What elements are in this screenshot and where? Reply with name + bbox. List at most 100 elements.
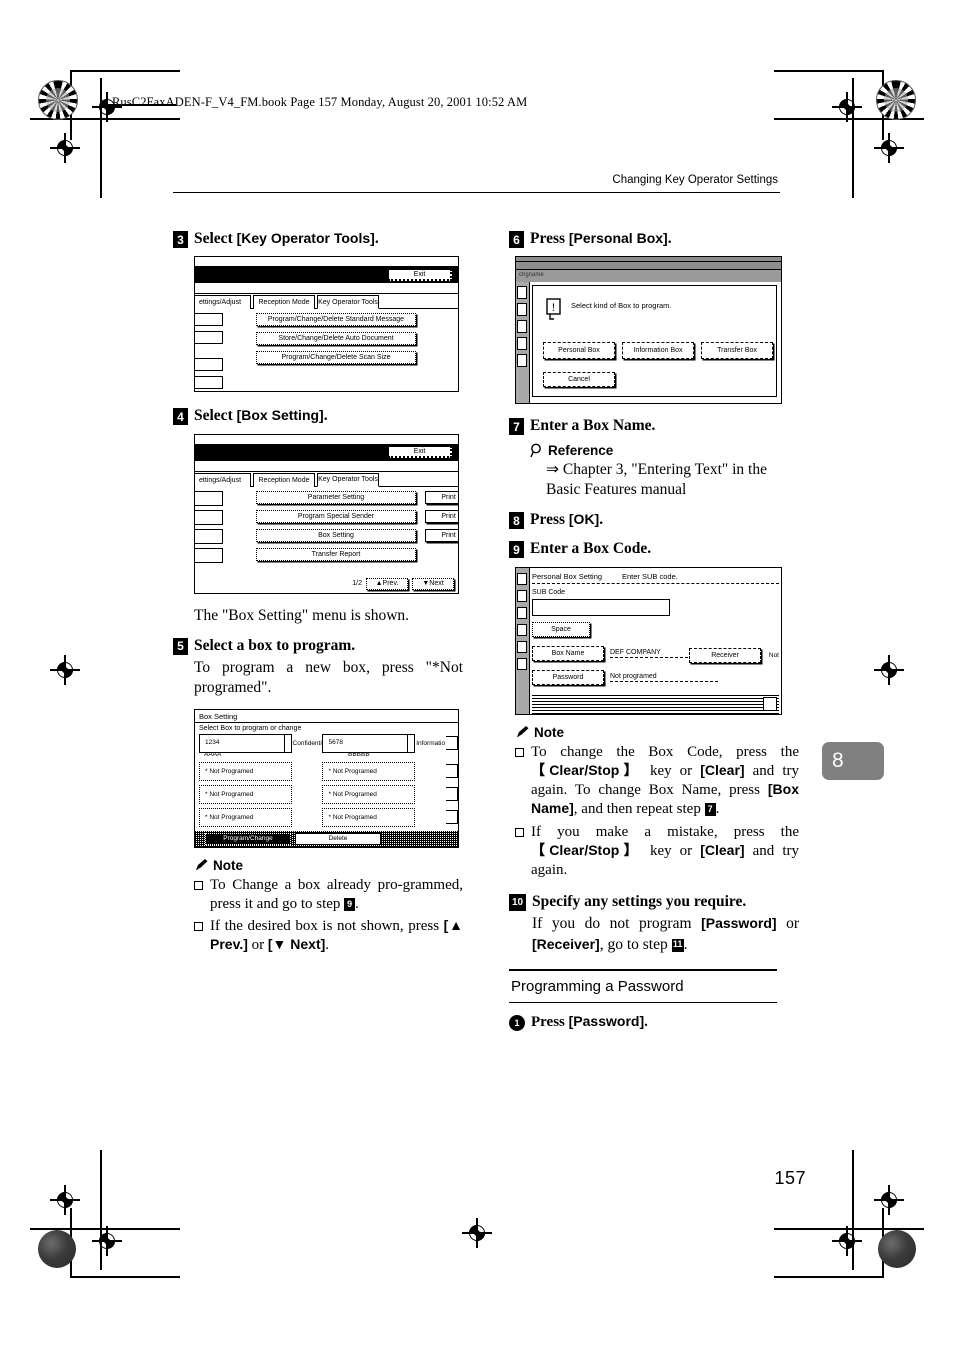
note-part: If the desired box is not shown, press — [210, 917, 444, 934]
rail-stub[interactable] — [517, 640, 527, 653]
rail-stub[interactable] — [517, 337, 527, 351]
box-right-stub[interactable] — [445, 810, 458, 825]
step-4: 4 Select [Box Setting]. — [173, 406, 463, 426]
button-box-setting[interactable]: Box Setting — [256, 528, 416, 542]
step-text-post: . — [667, 230, 672, 247]
step-text: Select a box to program. — [194, 636, 356, 654]
button-store-auto-document[interactable]: Store/Change/Delete Auto Document — [256, 332, 416, 346]
footer-button[interactable] — [763, 696, 777, 711]
step-number: 3 — [173, 231, 188, 248]
box-cell-not-programed[interactable]: * Not Programed — [322, 761, 416, 781]
rail-stub[interactable] — [517, 303, 527, 317]
space-button[interactable]: Space — [532, 621, 590, 637]
tab-reception-mode[interactable]: Reception Mode — [253, 295, 315, 310]
transfer-box-button[interactable]: Transfer Box — [701, 342, 773, 360]
button-print-list-3[interactable]: Print List — [425, 528, 458, 542]
exit-button[interactable]: Exit — [388, 446, 452, 459]
lcd-left-stub[interactable] — [195, 331, 223, 345]
box-name-button[interactable]: Box Name — [532, 645, 604, 661]
tab-reception-mode[interactable]: Reception Mode — [253, 472, 315, 487]
box-cell-not-programed[interactable]: * Not Programed — [199, 784, 292, 804]
lcd-left-stub[interactable] — [195, 376, 223, 390]
registration-target — [832, 92, 862, 122]
note-block-left: Note To Change a box already pro-grammed… — [194, 858, 463, 956]
lcd-date-strip: AUG 10, 2002 11:10 AM — [195, 434, 458, 444]
rail-stub[interactable] — [517, 354, 527, 368]
lcd-spacer — [195, 283, 458, 295]
button-print-list-2[interactable]: Print List — [425, 509, 458, 523]
personal-box-wrapper: Personal Box Setting Enter SUB code. SUB… — [516, 567, 781, 714]
program-change-button[interactable]: Program/Change — [205, 832, 291, 845]
screenshot-personal-box-setting: Personal Box Setting Enter SUB code. SUB… — [515, 566, 782, 715]
receiver-button[interactable]: Receiver — [689, 647, 761, 663]
lcd-left-stub[interactable] — [195, 528, 223, 544]
box-cell-1234[interactable]: 1234 — [199, 733, 292, 753]
button-program-scan-size[interactable]: Program/Change/Delete Scan Size — [256, 351, 416, 365]
note-part: , and then repeat step — [573, 801, 705, 818]
button-parameter-setting[interactable]: Parameter Setting — [256, 490, 416, 504]
lcd-body: Parameter Setting Print List Program Spe… — [195, 487, 458, 593]
rail-stub[interactable] — [517, 589, 527, 602]
password-value: Not programed — [610, 673, 718, 682]
box-cell-5678[interactable]: 5678 — [322, 733, 416, 753]
note-item-text: If the desired box is not shown, press [… — [210, 917, 463, 955]
lcd-title-bar: Exit — [195, 443, 458, 461]
box-right-stub[interactable] — [445, 787, 458, 802]
rail-stub[interactable] — [517, 606, 527, 619]
prev-button[interactable]: ▲ Prev. — [366, 577, 408, 590]
step-number: 8 — [509, 512, 524, 530]
body-key: [Password] — [701, 915, 777, 932]
rail-stub[interactable] — [517, 623, 527, 636]
inline-step-number: 7 — [704, 803, 716, 817]
rail-stub[interactable] — [517, 572, 527, 585]
button-transfer-report[interactable]: Transfer Report — [256, 547, 416, 561]
password-button[interactable]: Password — [532, 669, 604, 685]
note-bullet-icon — [515, 747, 524, 757]
note-key: [Clear] — [700, 841, 745, 858]
exit-button[interactable]: Exit — [388, 268, 452, 281]
lcd-left-stub[interactable] — [195, 509, 223, 525]
box-cell-not-programed[interactable]: * Not Programed — [322, 784, 416, 804]
button-print-list-1[interactable]: Print List — [425, 490, 458, 504]
tab-settings-adjust[interactable]: ettings/Adjust — [195, 295, 251, 310]
lcd-tab-bar: ettings/Adjust Reception Mode Key Operat… — [195, 472, 458, 487]
step-3: 3 Select [Key Operator Tools]. — [173, 229, 463, 248]
tab-key-operator-tools[interactable]: Key Operator Tools — [317, 295, 379, 310]
lcd-left-stub[interactable] — [195, 358, 223, 372]
next-button[interactable]: ▼ Next — [412, 577, 454, 590]
registration-target — [874, 655, 904, 685]
tab-settings-adjust[interactable]: ettings/Adjust — [195, 472, 251, 487]
information-box-button[interactable]: Information Box — [622, 342, 694, 360]
lcd-left-stub[interactable] — [195, 313, 223, 327]
subsection-title: Programming a Password — [511, 977, 684, 995]
note-part: key or — [641, 762, 701, 779]
registration-target — [874, 133, 904, 163]
delete-button[interactable]: Delete — [295, 832, 381, 845]
note-heading: Note — [515, 725, 799, 740]
box-setting-grid: 1234 Confidenti 5678 Informatio AAAA BBB… — [195, 733, 458, 827]
box-cell-not-programed[interactable]: * Not Programed — [199, 761, 292, 781]
left-column: 3 Select [Key Operator Tools]. AUG 10, 2… — [173, 220, 463, 955]
lcd-title-bar: Exit — [195, 266, 458, 284]
lcd-left-stub[interactable] — [195, 547, 223, 563]
tab-key-operator-tools[interactable]: Key Operator Tools — [317, 472, 379, 487]
step-text: Press [Personal Box]. — [530, 229, 672, 248]
cancel-button[interactable]: Cancel — [543, 372, 615, 388]
button-program-special-sender[interactable]: Program Special Sender — [256, 509, 416, 523]
personal-box-button[interactable]: Personal Box — [543, 342, 615, 360]
page-number: 157 — [774, 1168, 806, 1188]
note-part: If you make a mistake, press the — [531, 823, 799, 840]
step-text-key: [Box Setting] — [236, 407, 324, 424]
box-right-stub[interactable] — [445, 764, 458, 779]
lcd-left-stub[interactable] — [195, 490, 223, 506]
sub-code-input[interactable] — [532, 598, 670, 616]
box-right-stub[interactable] — [445, 736, 458, 751]
button-program-standard-message[interactable]: Program/Change/Delete Standard Message — [256, 313, 416, 327]
rail-stub[interactable] — [517, 657, 527, 670]
box-cell-not-programed[interactable]: * Not Programed — [322, 807, 416, 827]
step-number-label: 1 — [514, 1017, 520, 1028]
box-cell-not-programed[interactable]: * Not Programed — [199, 807, 292, 827]
rail-stub[interactable] — [517, 286, 527, 300]
book-info-line: RusC2FaxADEN-F_V4_FM.book Page 157 Monda… — [112, 95, 528, 109]
rail-stub[interactable] — [517, 320, 527, 334]
